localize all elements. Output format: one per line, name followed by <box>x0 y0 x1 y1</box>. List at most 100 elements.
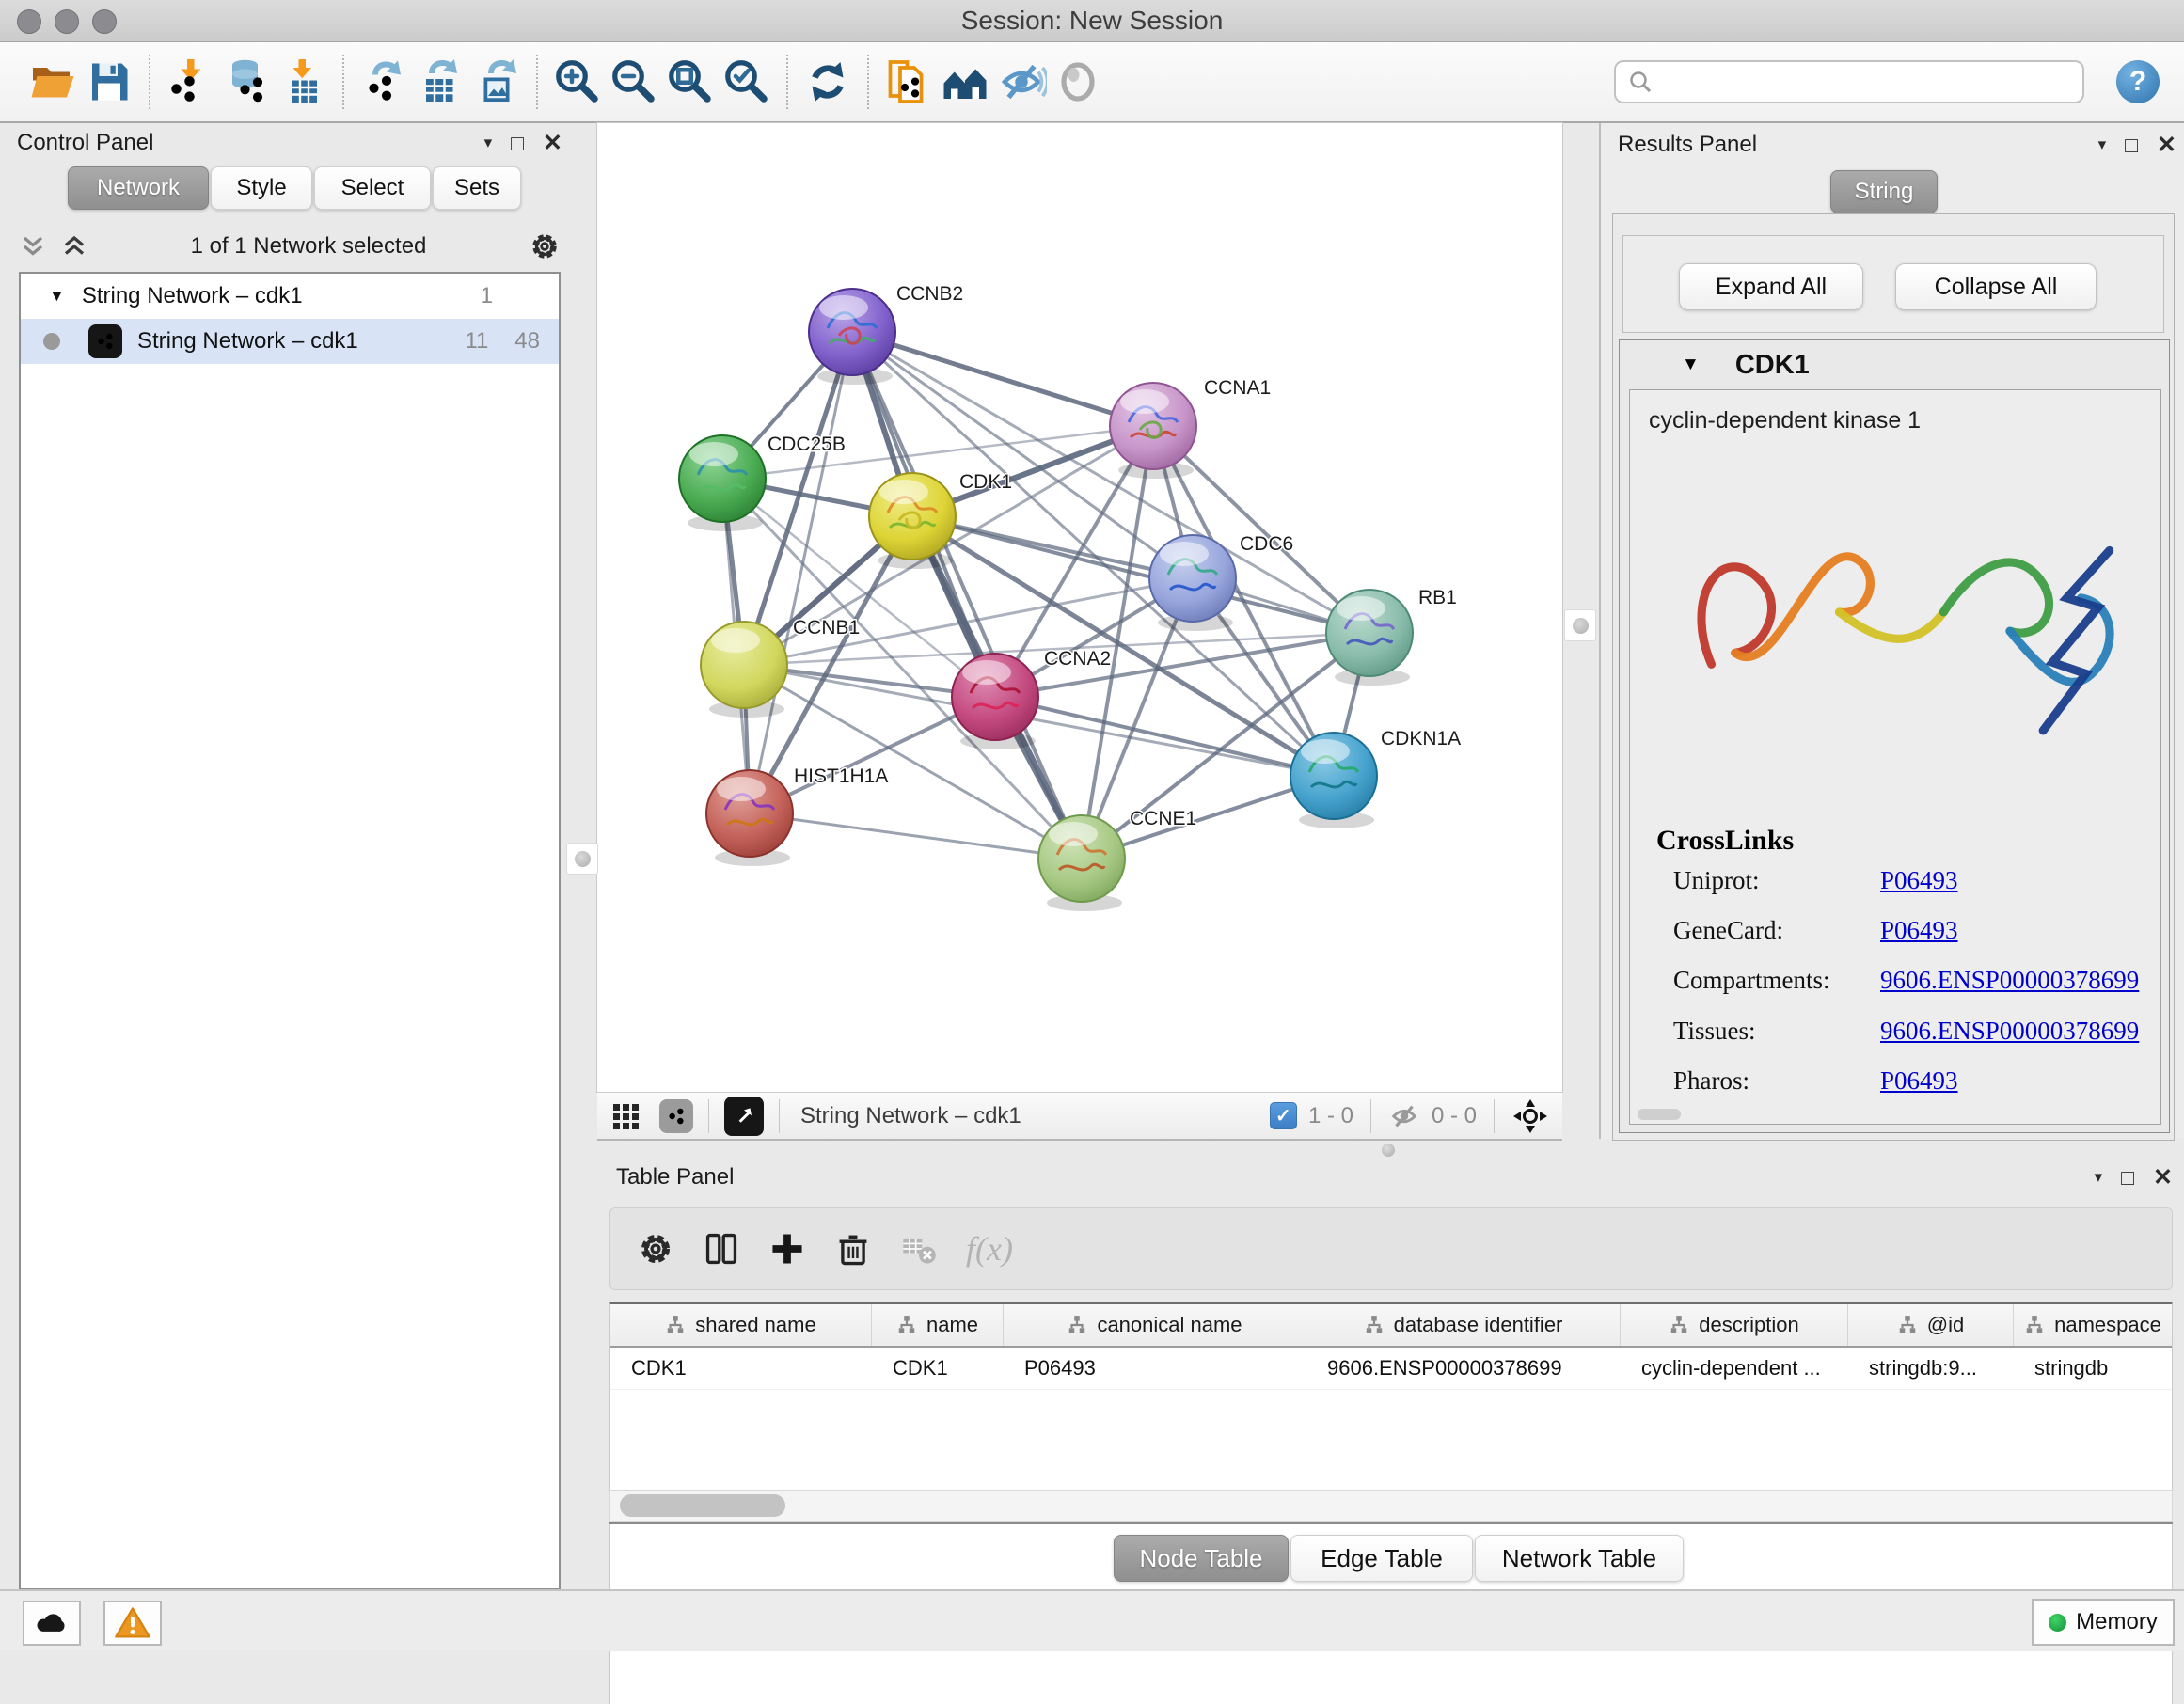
refresh-button[interactable] <box>799 53 856 111</box>
zoom-fit-icon <box>665 56 716 107</box>
import-network-database-button[interactable] <box>218 53 275 111</box>
tab-style[interactable]: Style <box>211 166 312 210</box>
table-row[interactable]: CDK1 CDK1 P06493 9606.ENSP00000378699 cy… <box>610 1348 2172 1390</box>
warnings-button[interactable] <box>103 1601 162 1646</box>
panel-close-icon[interactable]: ✕ <box>543 129 562 157</box>
export-image-button[interactable] <box>468 53 525 111</box>
collapse-all-icon[interactable] <box>19 232 47 260</box>
network-edge[interactable] <box>912 516 1369 633</box>
delete-column-trash-icon[interactable] <box>834 1230 872 1268</box>
edge-count: 48 <box>514 328 540 355</box>
import-table-button[interactable] <box>275 53 331 111</box>
column-header-namespace[interactable]: namespace <box>2014 1304 2172 1346</box>
duplicate-network-button[interactable] <box>880 53 937 111</box>
column-header-canonical-name[interactable]: canonical name <box>1004 1304 1306 1346</box>
network-edge[interactable] <box>750 332 852 813</box>
disclosure-triangle-icon[interactable]: ▼ <box>49 287 65 306</box>
gene-name: CDK1 <box>1735 350 1810 381</box>
node-label-CDC25B: CDC25B <box>768 434 846 455</box>
column-header-shared-name[interactable]: shared name <box>610 1304 872 1346</box>
tab-network[interactable]: Network <box>68 166 209 210</box>
memory-button[interactable]: Memory <box>2032 1599 2175 1646</box>
cloud-services-button[interactable] <box>23 1601 81 1646</box>
import-network-icon <box>165 56 215 107</box>
save-floppy-icon <box>84 56 135 107</box>
column-header-database-identifier[interactable]: database identifier <box>1306 1304 1621 1346</box>
expand-all-icon[interactable] <box>60 232 88 260</box>
import-network-file-button[interactable] <box>162 53 218 111</box>
tab-select[interactable]: Select <box>314 166 431 210</box>
results-scrollbar-thumb[interactable] <box>1638 1109 1681 1120</box>
panel-float-icon[interactable]: □ <box>2121 1165 2134 1191</box>
add-column-icon[interactable] <box>768 1230 806 1268</box>
network-row-selected[interactable]: String Network – cdk1 11 48 <box>21 319 559 364</box>
splitter-grip-left[interactable] <box>566 843 598 875</box>
table-horizontal-scrollbar[interactable] <box>609 1490 2173 1522</box>
node-label-CCNE1: CCNE1 <box>1130 808 1196 829</box>
search-icon <box>1627 69 1654 95</box>
tissues-link[interactable]: 9606.ENSP00000378699 <box>1880 1017 2139 1054</box>
column-header-description[interactable]: description <box>1621 1304 1848 1346</box>
network-edge[interactable] <box>750 813 1082 859</box>
table-settings-gear-icon[interactable] <box>637 1230 674 1268</box>
network-canvas[interactable]: CCNB2CCNA1CDC25BCDK1CDC6RB1CCNB1CCNA2CDK… <box>597 123 1562 1092</box>
hide-selected-button[interactable] <box>993 53 1050 111</box>
column-header-name[interactable]: name <box>872 1304 1004 1346</box>
show-hidden-button-disabled[interactable] <box>1050 53 1106 111</box>
open-session-button[interactable] <box>24 53 81 111</box>
panel-close-icon[interactable]: ✕ <box>2157 131 2176 159</box>
column-type-icon <box>1067 1315 1087 1335</box>
crosslink-row: Tissues: 9606.ENSP00000378699 <box>1673 1017 2142 1054</box>
network-graph[interactable]: CCNB2CCNA1CDC25BCDK1CDC6RB1CCNB1CCNA2CDK… <box>597 123 1562 1092</box>
show-columns-icon[interactable] <box>703 1230 740 1268</box>
tab-sets[interactable]: Sets <box>433 166 521 210</box>
collapse-all-button[interactable]: Collapse All <box>1895 263 2097 310</box>
network-edge[interactable] <box>995 697 1334 776</box>
section-disclosure-icon[interactable]: ▼ <box>1682 355 1700 375</box>
splitter-grip-right[interactable] <box>1564 609 1596 641</box>
node-gloss-highlight <box>879 480 928 504</box>
tab-edge-table[interactable]: Edge Table <box>1290 1535 1473 1582</box>
export-table-button[interactable] <box>412 53 468 111</box>
birdseye-view-button[interactable] <box>724 1097 764 1136</box>
column-header-id[interactable]: @id <box>1848 1304 2014 1346</box>
uniprot-link[interactable]: P06493 <box>1880 866 1958 904</box>
selected-checkbox-icon[interactable]: ✓ <box>1270 1102 1297 1129</box>
first-neighbors-button[interactable] <box>937 53 993 111</box>
compartments-link[interactable]: 9606.ENSP00000378699 <box>1880 966 2139 1003</box>
panel-menu-icon[interactable]: ▾ <box>2095 1168 2103 1187</box>
zoom-out-button[interactable] <box>606 53 662 111</box>
save-session-button[interactable] <box>81 53 137 111</box>
panel-menu-icon[interactable]: ▾ <box>2098 135 2107 154</box>
tab-string[interactable]: String <box>1830 170 1938 213</box>
zoom-selected-icon <box>721 56 772 107</box>
zoom-in-button[interactable] <box>549 53 606 111</box>
scrollbar-thumb[interactable] <box>620 1494 785 1517</box>
panel-close-icon[interactable]: ✕ <box>2153 1163 2173 1191</box>
tab-network-table[interactable]: Network Table <box>1475 1535 1684 1582</box>
network-edge[interactable] <box>852 332 1153 426</box>
toolbar-separator <box>779 1099 780 1133</box>
pharos-link[interactable]: P06493 <box>1880 1066 1958 1104</box>
control-panel: Control Panel ▾ □ ✕ Network Style Select… <box>9 123 566 1590</box>
gear-icon[interactable] <box>529 230 561 262</box>
panel-menu-icon[interactable]: ▾ <box>484 134 493 152</box>
search-input[interactable] <box>1654 68 2071 96</box>
genecard-link[interactable]: P06493 <box>1880 916 1958 954</box>
tab-node-table[interactable]: Node Table <box>1114 1535 1289 1582</box>
zoom-selected-button[interactable] <box>719 53 775 111</box>
expand-all-button[interactable]: Expand All <box>1679 263 1863 310</box>
node-label-CCNA2: CCNA2 <box>1044 648 1111 670</box>
node-label-RB1: RB1 <box>1418 587 1457 608</box>
zoom-fit-button[interactable] <box>662 53 719 111</box>
export-network-button[interactable] <box>356 53 412 111</box>
function-builder-disabled: f(x) <box>966 1229 1013 1269</box>
help-button[interactable]: ? <box>2116 60 2160 103</box>
hidden-eye-slash-icon <box>1388 1100 1420 1132</box>
network-collection-row[interactable]: ▼ String Network – cdk1 1 <box>21 274 559 319</box>
panel-float-icon[interactable]: □ <box>2125 133 2138 158</box>
panel-float-icon[interactable]: □ <box>511 131 524 156</box>
grid-view-icon[interactable] <box>610 1099 644 1133</box>
string-badge-gray-icon[interactable] <box>659 1099 693 1133</box>
center-view-crosshair-icon[interactable] <box>1511 1097 1549 1135</box>
